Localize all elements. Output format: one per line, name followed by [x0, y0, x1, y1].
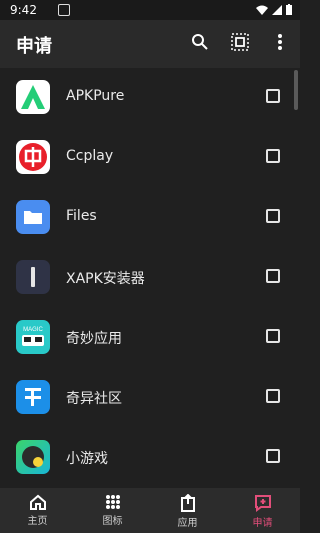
- signal-icon: [272, 4, 282, 15]
- nav-label: 主页: [27, 516, 48, 527]
- app-name: 奇妙应用: [66, 331, 122, 347]
- app-checkbox[interactable]: [266, 389, 280, 403]
- share-icon: [180, 494, 195, 512]
- app-checkbox[interactable]: [266, 149, 280, 163]
- status-time: 9:42: [10, 3, 37, 17]
- more-vert-icon: [278, 34, 282, 50]
- app-name: APKPure: [66, 88, 125, 104]
- list-item[interactable]: 小游戏: [0, 428, 300, 488]
- select-all-icon: [231, 33, 249, 51]
- list-item[interactable]: 奇异社区: [0, 368, 300, 428]
- app-name: 小游戏: [66, 451, 108, 467]
- list-item[interactable]: Files: [0, 188, 300, 248]
- apkpure-icon: [16, 80, 50, 114]
- bottom-nav: 主页 图标 应用 申请: [0, 488, 300, 533]
- app-bar: 申请: [0, 20, 300, 68]
- search-button[interactable]: [188, 30, 212, 54]
- list-item[interactable]: MAGIC 奇妙应用: [0, 308, 300, 368]
- list-item[interactable]: Ccplay: [0, 128, 300, 188]
- app-list: APKPure Ccplay Files XAPK安装器 MAGIC 奇妙应用: [0, 68, 300, 488]
- home-icon: [29, 494, 46, 510]
- qimiao-icon: MAGIC: [16, 320, 50, 354]
- status-bar: 9:42: [0, 0, 300, 20]
- files-icon: [16, 200, 50, 234]
- app-checkbox[interactable]: [266, 269, 280, 283]
- scrollbar[interactable]: [294, 70, 298, 110]
- app-checkbox[interactable]: [266, 329, 280, 343]
- nav-label: 图标: [102, 516, 123, 527]
- nav-icons[interactable]: 图标: [75, 488, 150, 533]
- grid-icon: [105, 495, 120, 509]
- more-options-button[interactable]: [268, 30, 292, 54]
- request-icon: [254, 495, 271, 512]
- minigame-icon: [16, 440, 50, 474]
- app-name: 奇异社区: [66, 391, 122, 407]
- app-checkbox[interactable]: [266, 209, 280, 223]
- app-name: Ccplay: [66, 148, 114, 164]
- status-icons: [256, 4, 292, 15]
- app-checkbox[interactable]: [266, 449, 280, 463]
- nav-label: 应用: [177, 518, 198, 529]
- svg-text:MAGIC: MAGIC: [23, 327, 43, 333]
- select-all-button[interactable]: [228, 30, 252, 54]
- battery-icon: [286, 4, 292, 15]
- nav-home[interactable]: 主页: [0, 488, 75, 533]
- list-item[interactable]: APKPure: [0, 68, 300, 128]
- qiyi-icon: [16, 380, 50, 414]
- app-name: Files: [66, 208, 97, 224]
- wifi-icon: [256, 5, 268, 15]
- search-icon: [192, 34, 208, 50]
- ccplay-icon: [16, 140, 50, 174]
- nav-label: 申请: [252, 518, 273, 529]
- notification-icon: [58, 4, 70, 16]
- app-name: XAPK安装器: [66, 271, 145, 287]
- page-title: 申请: [16, 36, 52, 57]
- nav-apps[interactable]: 应用: [150, 488, 225, 533]
- nav-request[interactable]: 申请: [225, 488, 300, 533]
- xapk-icon: [16, 260, 50, 294]
- list-item[interactable]: XAPK安装器: [0, 248, 300, 308]
- app-checkbox[interactable]: [266, 89, 280, 103]
